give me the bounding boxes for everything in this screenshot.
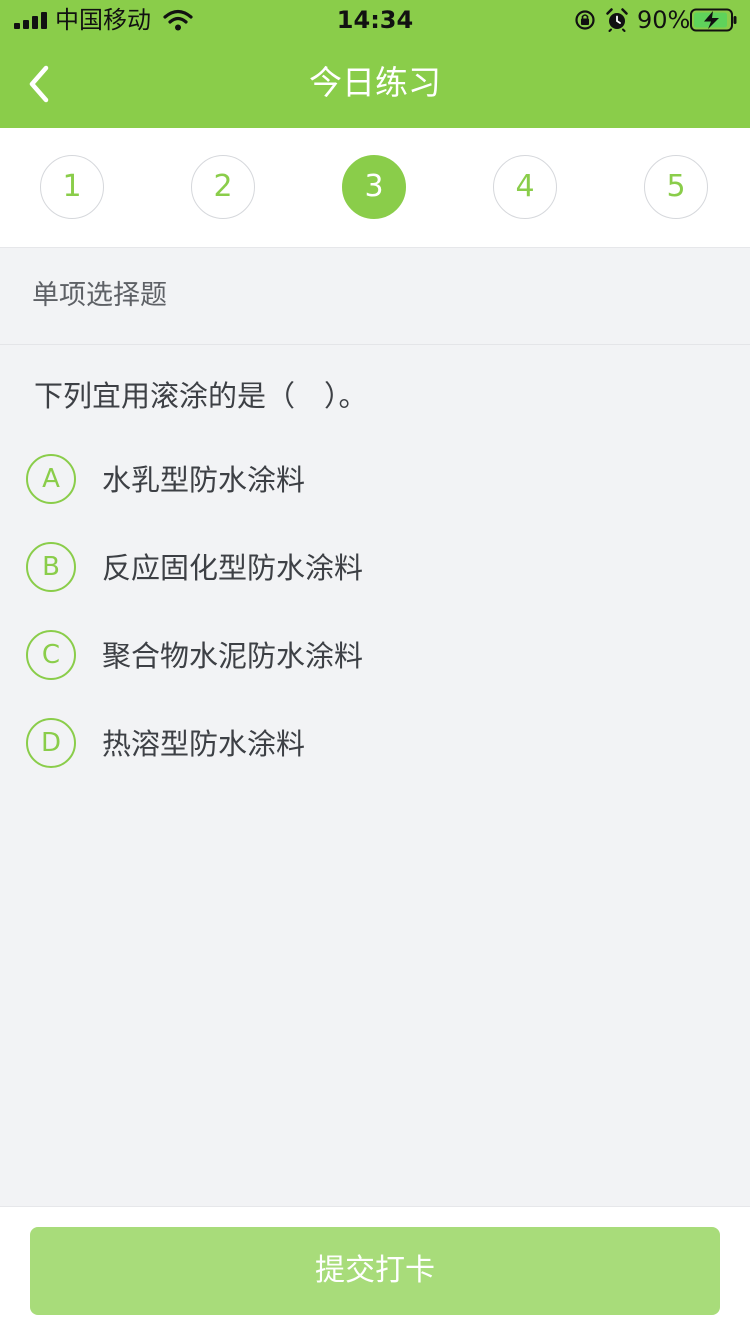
question-stepper: 1 2 3 4 5 [0, 128, 750, 248]
option-text-b: 反应固化型防水涂料 [102, 551, 364, 585]
option-b[interactable]: B 反应固化型防水涂料 [26, 542, 726, 594]
step-2[interactable]: 2 [191, 155, 255, 219]
option-text-a: 水乳型防水涂料 [102, 463, 306, 497]
option-c[interactable]: C 聚合物水泥防水涂料 [26, 630, 726, 682]
step-5[interactable]: 5 [644, 155, 708, 219]
question-text: 下列宜用滚涂的是（ ）。 [34, 379, 368, 413]
step-3-current[interactable]: 3 [342, 155, 406, 219]
step-1[interactable]: 1 [40, 155, 104, 219]
battery-percentage: 90% [637, 6, 691, 34]
battery-charging-icon [690, 8, 737, 32]
page-title: 今日练习 [309, 63, 441, 102]
question-type-header: 单项选择题 [0, 248, 750, 345]
option-letter-c: C [26, 630, 76, 680]
option-a[interactable]: A 水乳型防水涂料 [26, 454, 726, 506]
option-text-c: 聚合物水泥防水涂料 [102, 639, 364, 673]
question-type-label: 单项选择题 [32, 280, 167, 311]
rotation-lock-icon [575, 10, 595, 30]
option-letter-b: B [26, 542, 76, 592]
alarm-clock-icon [606, 8, 628, 32]
step-4[interactable]: 4 [493, 155, 557, 219]
option-letter-a: A [26, 454, 76, 504]
option-letter-d: D [26, 718, 76, 768]
footer-bar: 提交打卡 [0, 1206, 750, 1334]
option-d[interactable]: D 热溶型防水涂料 [26, 718, 726, 770]
submit-checkin-button[interactable]: 提交打卡 [30, 1227, 720, 1315]
option-text-d: 热溶型防水涂料 [102, 727, 306, 761]
status-bar: 中国移动 14:34 90% [0, 0, 750, 40]
app-header: 中国移动 14:34 90% 今日练习 [0, 0, 750, 128]
